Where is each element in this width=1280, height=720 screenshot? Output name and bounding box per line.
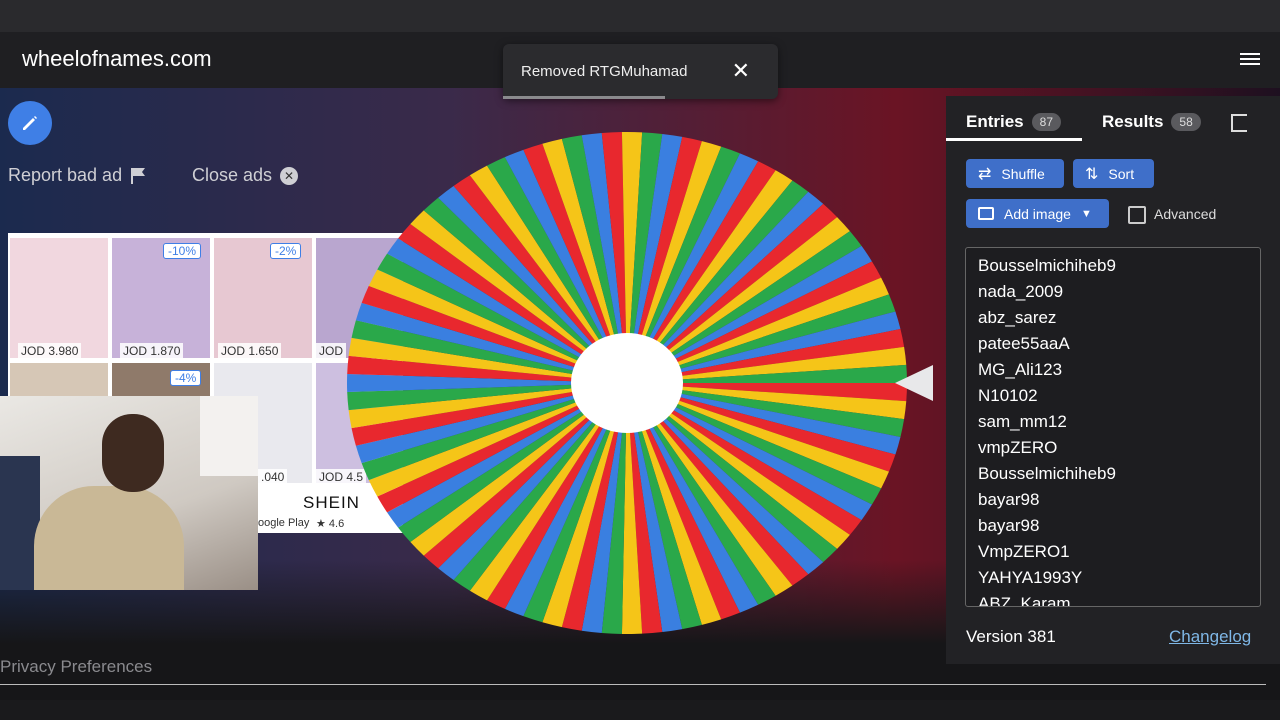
report-bad-ad-label: Report bad ad <box>8 165 123 185</box>
ad-price: JOD 1.870 <box>120 343 184 359</box>
top-strip <box>0 0 1280 32</box>
person-torso-shape <box>34 486 184 590</box>
wheel-pointer-icon <box>895 365 933 401</box>
list-item[interactable]: ABZ_Karam <box>978 594 1071 606</box>
ad-rating: ★ 4.6 <box>316 518 345 530</box>
list-item[interactable]: sam_mm12 <box>978 412 1067 432</box>
flag-icon <box>131 167 146 184</box>
list-item[interactable]: VmpZERO1 <box>978 542 1070 562</box>
list-item[interactable]: YAHYA1993Y <box>978 568 1082 588</box>
app-title[interactable]: wheelofnames.com <box>22 46 212 72</box>
toast-progress <box>503 96 665 99</box>
shuffle-button[interactable]: ⇄ Shuffle <box>966 159 1064 188</box>
list-item[interactable]: bayar98 <box>978 516 1039 536</box>
removed-toast: Removed RTGMuhamad ✕ <box>503 44 778 99</box>
wall-poster-shape <box>200 396 258 476</box>
version-label: Version 381 <box>966 627 1056 646</box>
hamburger-menu-icon[interactable] <box>1240 50 1260 68</box>
wheel-of-names[interactable] <box>346 131 908 635</box>
privacy-preferences-link[interactable]: Privacy Preferences <box>0 657 152 677</box>
wheel-center-hub[interactable] <box>571 333 683 433</box>
discount-badge: -2% <box>270 243 302 259</box>
ad-product-tile[interactable] <box>10 238 108 358</box>
sort-icon: ⇅ <box>1085 165 1099 183</box>
ad-price: JOD 1.650 <box>218 343 282 359</box>
close-ads-label: Close ads <box>192 165 273 185</box>
list-item[interactable]: MG_Ali123 <box>978 360 1062 380</box>
list-item[interactable]: patee55aaA <box>978 334 1070 354</box>
wheel-graphic[interactable] <box>346 131 908 635</box>
list-item[interactable]: N10102 <box>978 386 1038 406</box>
close-ads-link[interactable]: Close ads ✕ <box>192 165 299 186</box>
edit-button[interactable] <box>8 101 52 145</box>
tab-entries-label: Entries <box>966 112 1024 131</box>
image-icon <box>978 207 994 220</box>
list-item[interactable]: bayar98 <box>978 490 1039 510</box>
close-circle-icon: ✕ <box>280 166 299 185</box>
streamer-webcam <box>0 396 258 590</box>
discount-badge: -4% <box>170 370 202 386</box>
changelog-link[interactable]: Changelog <box>1169 627 1251 647</box>
sort-label: Sort <box>1108 165 1135 182</box>
list-item[interactable]: abz_sarez <box>978 308 1056 328</box>
advanced-checkbox[interactable] <box>1128 206 1146 224</box>
active-tab-indicator <box>946 138 1082 141</box>
ad-store-label: oogle Play <box>258 517 310 529</box>
add-image-label: Add image <box>1004 205 1071 222</box>
list-item[interactable]: nada_2009 <box>978 282 1063 302</box>
add-image-button[interactable]: Add image ▼ <box>966 199 1109 228</box>
pencil-icon <box>23 116 37 130</box>
advanced-label[interactable]: Advanced <box>1154 206 1216 222</box>
entries-textarea[interactable]: Bousselmichiheb9 nada_2009 abz_sarez pat… <box>965 247 1261 607</box>
toast-message: Removed RTGMuhamad <box>521 63 688 80</box>
tab-results-label: Results <box>1102 112 1164 131</box>
person-head-shape <box>102 414 164 492</box>
ad-price: JOD 3.980 <box>18 343 82 359</box>
sort-button[interactable]: ⇅ Sort <box>1073 159 1154 188</box>
list-item[interactable]: Bousselmichiheb9 <box>978 256 1116 276</box>
tab-results[interactable]: Results 58 <box>1102 112 1201 132</box>
ad-price: JOD <box>316 343 346 359</box>
chevron-down-icon: ▼ <box>1080 207 1092 220</box>
shuffle-icon: ⇄ <box>978 165 992 183</box>
shuffle-label: Shuffle <box>1001 165 1045 182</box>
tab-entries[interactable]: Entries 87 <box>966 112 1061 132</box>
results-count-badge: 58 <box>1171 113 1201 131</box>
collapse-panel-icon[interactable] <box>1231 114 1247 132</box>
report-bad-ad-link[interactable]: Report bad ad <box>8 165 146 186</box>
list-item[interactable]: vmpZERO <box>978 438 1057 458</box>
close-icon[interactable]: ✕ <box>732 58 750 84</box>
list-item[interactable]: Bousselmichiheb9 <box>978 464 1116 484</box>
entries-count-badge: 87 <box>1031 113 1061 131</box>
footer-divider <box>0 684 1266 685</box>
ad-price: .040 <box>258 469 288 485</box>
discount-badge: -10% <box>163 243 202 259</box>
